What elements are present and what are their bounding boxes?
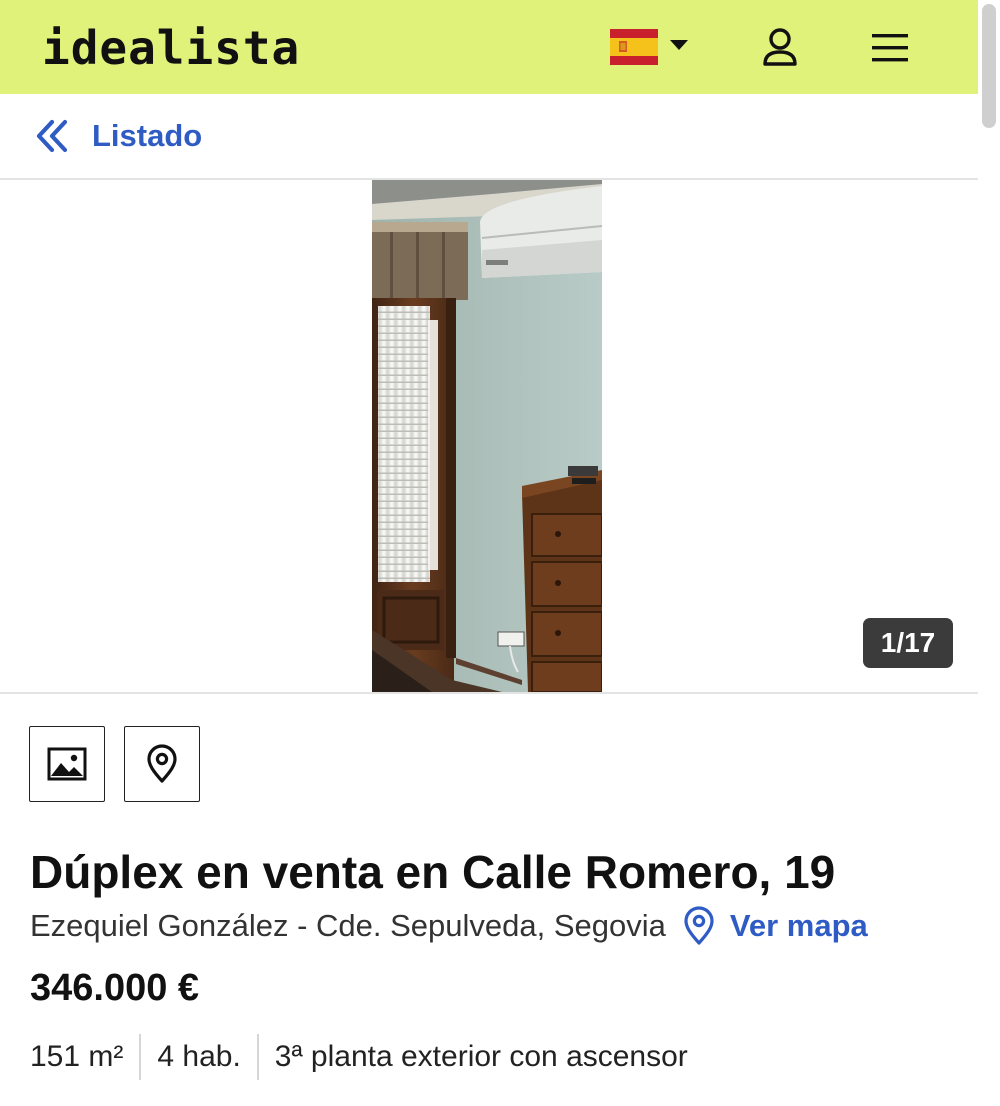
language-selector[interactable] (608, 28, 698, 66)
feature-rooms: 4 hab. (157, 1040, 241, 1073)
gallery-divider (0, 692, 978, 694)
spain-flag-icon (610, 29, 658, 65)
listing-location: Ezequiel González - Cde. Sepulveda, Sego… (30, 908, 666, 943)
chevron-down-icon (670, 40, 688, 50)
listing-price: 346.000 € (30, 967, 200, 1009)
user-icon (763, 28, 797, 66)
location-row: Ezequiel González - Cde. Sepulveda, Sego… (30, 904, 868, 948)
room-photo-image (372, 180, 602, 692)
map-button[interactable] (124, 726, 200, 802)
listing-features: 151 m² 4 hab. 3ª planta exterior con asc… (30, 1032, 704, 1082)
back-link-label: Listado (92, 118, 203, 153)
back-to-listing-link[interactable]: Listado (34, 112, 202, 160)
listing-page: idealista Listado 1/17 Dúplex en venta e… (0, 0, 1000, 1106)
top-header: idealista (0, 0, 978, 94)
listing-title: Dúplex en venta en Calle Romero, 19 (30, 846, 836, 898)
scrollbar[interactable] (978, 0, 1000, 1106)
idealista-logo[interactable]: idealista (42, 22, 300, 74)
photos-button[interactable] (29, 726, 105, 802)
location-pin-icon (147, 744, 177, 783)
feature-floor: 3ª planta exterior con ascensor (274, 1040, 688, 1073)
user-account-button[interactable] (760, 26, 800, 70)
location-pin-icon (684, 906, 714, 945)
view-map-link[interactable]: Ver mapa (682, 906, 868, 946)
photo-counter-badge: 1/17 (863, 618, 953, 668)
image-icon (47, 747, 87, 781)
main-menu-button[interactable] (870, 28, 912, 68)
menu-icon (872, 34, 908, 62)
double-chevron-left-icon (36, 119, 68, 153)
scrollbar-thumb[interactable] (982, 4, 996, 128)
view-map-label: Ver mapa (729, 908, 868, 943)
feature-area: 151 m² (30, 1040, 124, 1073)
main-listing-photo[interactable] (372, 180, 602, 692)
